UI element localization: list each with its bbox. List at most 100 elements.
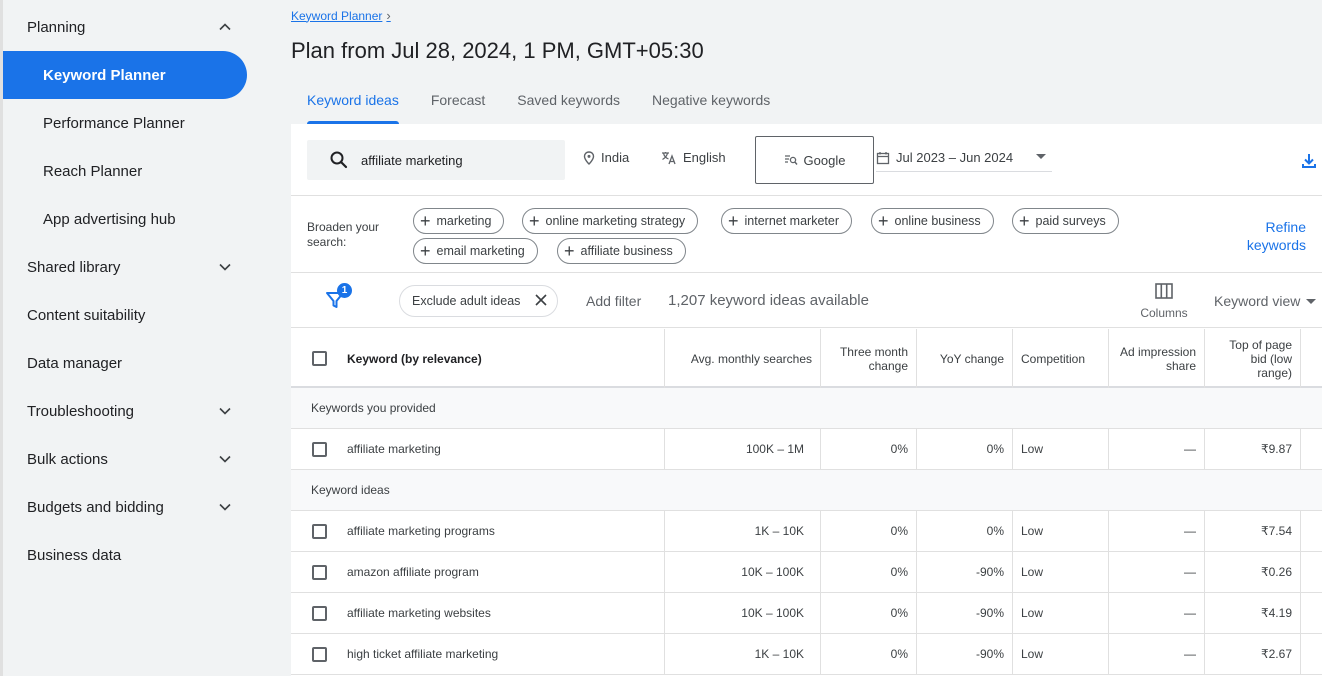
plus-icon: + bbox=[529, 211, 540, 231]
tab-keyword-ideas[interactable]: Keyword ideas bbox=[291, 80, 415, 124]
exclude-adult-ideas-chip[interactable]: Exclude adult ideas bbox=[399, 285, 558, 317]
chevron-up-icon bbox=[219, 23, 231, 31]
header-line: Top of page bbox=[1229, 337, 1292, 352]
column-header-three-month-change[interactable]: Three month change bbox=[826, 329, 908, 388]
broaden-chip[interactable]: + online marketing strategy bbox=[522, 208, 699, 234]
location-label: India bbox=[601, 150, 630, 165]
column-divider bbox=[1108, 552, 1109, 592]
header-line: bid (low bbox=[1250, 351, 1292, 366]
location-selector[interactable]: India bbox=[583, 150, 629, 165]
broaden-chip[interactable]: + affiliate business bbox=[557, 238, 686, 264]
column-header-avg-monthly-searches[interactable]: Avg. monthly searches bbox=[671, 329, 812, 388]
sidebar-item-business-data[interactable]: Business data bbox=[3, 531, 247, 579]
column-header-yoy-change[interactable]: YoY change bbox=[921, 329, 1004, 388]
sidebar-item-app-advertising-hub[interactable]: App advertising hub bbox=[3, 195, 247, 243]
avg-searches-cell: 1K – 10K bbox=[754, 524, 804, 538]
header-line: share bbox=[1165, 358, 1196, 373]
keyword-cell: amazon affiliate program bbox=[347, 565, 479, 579]
sidebar-item-keyword-planner[interactable]: Keyword Planner bbox=[3, 51, 247, 99]
close-icon[interactable] bbox=[534, 293, 548, 307]
column-header-competition[interactable]: Competition bbox=[1021, 329, 1106, 388]
column-divider bbox=[1012, 429, 1013, 469]
table-row[interactable]: affiliate marketing websites 10K – 100K … bbox=[291, 593, 1322, 634]
sidebar-item-label: Troubleshooting bbox=[27, 402, 135, 420]
sidebar-item-performance-planner[interactable]: Performance Planner bbox=[3, 99, 247, 147]
competition-cell: Low bbox=[1021, 442, 1044, 456]
header-line: Three month bbox=[839, 344, 908, 359]
broaden-chip[interactable]: + online business bbox=[871, 208, 994, 234]
table-row[interactable]: high ticket affiliate marketing 1K – 10K… bbox=[291, 634, 1322, 675]
keyword-view-selector[interactable]: Keyword view bbox=[1214, 293, 1317, 309]
broaden-chip[interactable]: + paid surveys bbox=[1012, 208, 1119, 234]
column-divider bbox=[916, 511, 917, 551]
broaden-chip[interactable]: + marketing bbox=[413, 208, 505, 234]
ad-impression-cell: — bbox=[1184, 442, 1196, 456]
column-divider bbox=[664, 329, 665, 388]
filter-count-badge: 1 bbox=[337, 283, 352, 298]
table-row[interactable]: affiliate marketing programs 1K – 10K 0%… bbox=[291, 511, 1322, 552]
broaden-search-row: Broaden your search: + marketing + online … bbox=[291, 197, 1322, 273]
sidebar-item-label: App advertising hub bbox=[43, 210, 176, 228]
column-header-keyword[interactable]: Keyword (by relevance) bbox=[347, 329, 657, 388]
dropdown-arrow-icon bbox=[1036, 154, 1046, 159]
tab-saved-keywords[interactable]: Saved keywords bbox=[501, 80, 636, 124]
column-divider bbox=[916, 634, 917, 674]
chip-label: internet marketer bbox=[744, 214, 839, 228]
chip-label: affiliate business bbox=[580, 244, 673, 258]
sidebar-item-budgets-and-bidding[interactable]: Budgets and bidding bbox=[3, 483, 247, 531]
row-checkbox[interactable] bbox=[312, 606, 327, 621]
sidebar-item-shared-library[interactable]: Shared library bbox=[3, 243, 247, 291]
column-header-ad-impression-share[interactable]: Ad impression share bbox=[1113, 329, 1196, 388]
date-range-selector[interactable]: Jul 2023 – Jun 2024 bbox=[876, 144, 1052, 172]
column-divider bbox=[1012, 329, 1013, 388]
keyword-cell: high ticket affiliate marketing bbox=[347, 647, 499, 661]
language-selector[interactable]: English bbox=[661, 150, 726, 165]
keyword-cell: affiliate marketing websites bbox=[347, 606, 491, 620]
yoy-cell: 0% bbox=[986, 442, 1004, 456]
add-filter-button[interactable]: Add filter bbox=[586, 293, 641, 309]
broaden-chip[interactable]: + internet marketer bbox=[721, 208, 852, 234]
table-row[interactable]: affiliate marketing 100K – 1M 0% 0% Low … bbox=[291, 429, 1322, 470]
sidebar: Planning Keyword Planner Performance Pla… bbox=[0, 0, 260, 676]
sidebar-item-troubleshooting[interactable]: Troubleshooting bbox=[3, 387, 247, 435]
sidebar-item-content-suitability[interactable]: Content suitability bbox=[3, 291, 247, 339]
table-row[interactable]: amazon affiliate program 10K – 100K 0% -… bbox=[291, 552, 1322, 593]
broaden-chip[interactable]: + email marketing bbox=[413, 238, 538, 264]
breadcrumb-link[interactable]: Keyword Planner bbox=[291, 9, 382, 23]
row-checkbox[interactable] bbox=[312, 565, 327, 580]
search-network-selector[interactable]: Google bbox=[755, 136, 874, 184]
columns-button[interactable]: Columns bbox=[1129, 282, 1199, 320]
chevron-down-icon bbox=[219, 503, 231, 511]
sidebar-item-label: Content suitability bbox=[27, 306, 146, 324]
column-divider bbox=[1204, 511, 1205, 551]
bid-cell: ₹9.87 bbox=[1261, 442, 1292, 456]
row-checkbox[interactable] bbox=[312, 647, 327, 662]
tab-negative-keywords[interactable]: Negative keywords bbox=[636, 80, 786, 124]
header-line: range) bbox=[1257, 365, 1292, 380]
chip-label: marketing bbox=[436, 214, 492, 228]
plus-icon: + bbox=[1019, 211, 1030, 231]
sidebar-item-planning[interactable]: Planning bbox=[3, 3, 247, 51]
search-network-icon bbox=[784, 155, 798, 165]
chevron-down-icon bbox=[219, 263, 231, 271]
ad-impression-cell: — bbox=[1184, 647, 1196, 661]
keyword-view-label: Keyword view bbox=[1214, 293, 1301, 309]
row-checkbox[interactable] bbox=[312, 524, 327, 539]
bid-cell: ₹0.26 bbox=[1261, 565, 1292, 579]
sidebar-item-bulk-actions[interactable]: Bulk actions bbox=[3, 435, 247, 483]
refine-keywords-button[interactable]: Refine keywords bbox=[1247, 218, 1306, 254]
tab-forecast[interactable]: Forecast bbox=[415, 80, 501, 124]
bid-cell: ₹4.19 bbox=[1261, 606, 1292, 620]
column-header-top-of-page-bid-low[interactable]: Top of page bid (low range) bbox=[1209, 329, 1292, 388]
network-label: Google bbox=[803, 152, 846, 168]
sidebar-item-reach-planner[interactable]: Reach Planner bbox=[3, 147, 247, 195]
download-icon[interactable] bbox=[1300, 152, 1318, 170]
search-input[interactable]: affiliate marketing bbox=[307, 140, 565, 180]
group-header-ideas: Keyword ideas bbox=[291, 470, 1322, 511]
ad-impression-cell: — bbox=[1184, 524, 1196, 538]
location-pin-icon bbox=[583, 150, 595, 165]
select-all-checkbox[interactable] bbox=[312, 351, 327, 366]
row-checkbox[interactable] bbox=[312, 442, 327, 457]
sidebar-item-data-manager[interactable]: Data manager bbox=[3, 339, 247, 387]
bid-cell: ₹7.54 bbox=[1261, 524, 1292, 538]
